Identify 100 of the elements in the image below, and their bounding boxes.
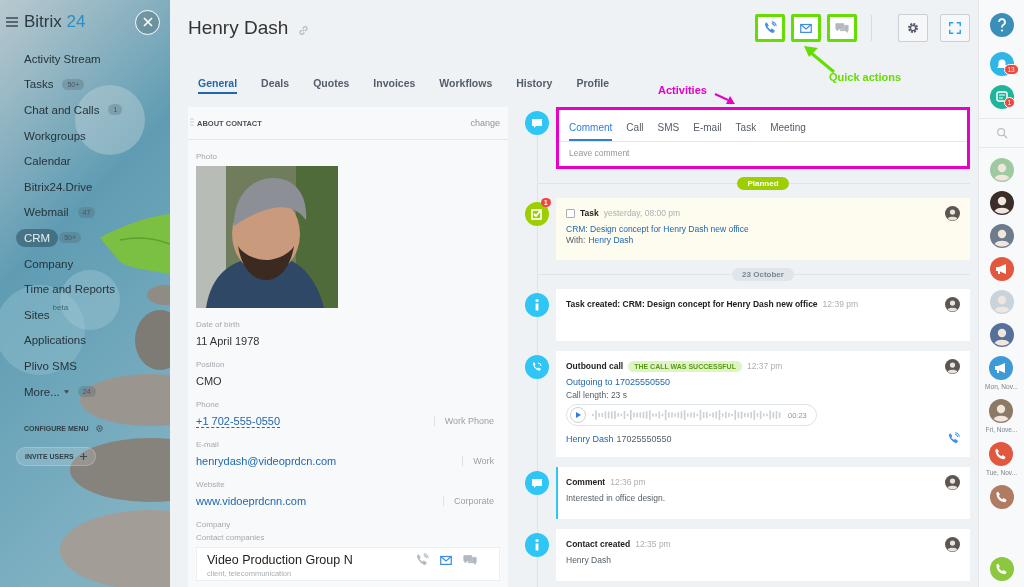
annotation-label: Activities [658,84,707,96]
entry-time: 12:39 pm [822,299,859,309]
field-label: Position [196,360,226,369]
field-link[interactable]: www.vidoeprdcnn.com [196,495,307,507]
call-button[interactable] [755,14,785,42]
task-link[interactable]: CRM: Design concept for Henry Dash new office [566,224,960,234]
phone-icon [525,355,549,379]
settings-icon [906,21,920,35]
play-icon [575,412,581,418]
status-pill: Planned [737,177,789,190]
search-icon[interactable] [995,127,1008,139]
play-button[interactable] [570,407,586,423]
phone-number: 17025550550 [616,433,672,444]
avatar-icon [945,474,960,490]
nav-item[interactable]: Webmail [16,203,77,222]
field-label: Company [196,520,232,529]
nav-item[interactable]: Plivo SMS [16,356,86,375]
entry-time: 12:35 pm [635,539,671,549]
tab[interactable]: Deals [261,77,290,92]
logo: Bitrix 24 [24,12,86,32]
tab[interactable]: History [516,77,553,92]
entry-time: 12:36 pm [610,477,646,487]
menu-icon[interactable] [6,17,18,27]
field-type: Corporate [442,496,494,506]
entry-text: Henry Dash [566,555,612,565]
avatar-icon [945,536,960,552]
task-check-icon [525,202,549,226]
entry-title: Outbound call [566,361,624,371]
with-label: With: [566,235,586,245]
entry-time: yesterday, 08:00 pm [603,208,681,218]
activity-tab[interactable]: SMS [657,122,680,141]
activity-tab[interactable]: Meeting [770,122,806,141]
field-value: 11 April 1978 [196,335,260,347]
settings-icon[interactable] [94,424,104,434]
field-label: Date of birth [196,320,241,329]
help-icon[interactable] [989,13,1014,37]
phone-icon[interactable] [989,485,1014,509]
nav-item[interactable]: Tasks [16,75,62,94]
entry-title: Contact created [566,539,631,549]
nav-item[interactable]: More... [16,382,77,401]
call-length: Call length: 23 s [566,390,628,400]
activity-tab[interactable]: Comment [569,122,613,141]
nav-item[interactable]: Company [16,254,82,273]
field-type: Work Phone [433,416,494,426]
annotation-arrow [714,92,736,106]
tab[interactable]: Invoices [373,77,416,92]
avatar-icon [945,205,960,221]
tab[interactable]: Quotes [313,77,350,92]
email-button[interactable] [791,14,821,42]
info-icon [525,293,549,317]
phone-icon[interactable] [989,442,1014,466]
phone-icon[interactable] [989,557,1014,581]
entry-text: Interested in office design. [566,493,667,503]
link-icon[interactable] [298,24,310,36]
tab[interactable]: Profile [576,77,610,92]
plus-icon [79,453,87,461]
chat-button[interactable] [827,14,857,42]
field-link[interactable]: henrydash@videoprdcn.com [196,455,337,467]
avatar-icon [945,296,960,312]
activity-tab[interactable]: Task [735,122,757,141]
nav-item[interactable]: Time and Reports [16,280,123,299]
field-label: Contact companies [196,533,266,542]
comment-icon [525,111,549,135]
field-label: Website [196,480,226,489]
change-link[interactable]: change [470,118,500,128]
settings-button[interactable] [898,14,928,42]
megaphone-icon[interactable] [989,257,1014,281]
nav-item[interactable]: Chat and Calls [16,101,108,119]
phone-link[interactable]: +1 702-555-0550 [196,414,281,428]
contact-link[interactable]: Henry Dash [566,433,614,444]
avatar-icon[interactable] [989,191,1014,215]
phone-icon [763,21,777,35]
call-link[interactable]: Outgoing to 17025550550 [566,377,960,387]
activity-tab[interactable]: E-mail [693,122,722,141]
date-pill: 23 October [732,268,794,281]
chat-icon [835,21,849,35]
close-button[interactable] [135,9,160,35]
nav-item[interactable]: CRM [16,228,59,247]
tab[interactable]: Workflows [439,77,493,92]
activity-tab[interactable]: Call [626,122,644,141]
checkbox[interactable] [566,208,575,218]
annotation-label: Quick actions [829,71,902,83]
nav-item[interactable]: Activity Stream [16,49,109,68]
field-label: Phone [196,400,221,409]
phone-icon [415,553,429,567]
info-icon [525,533,549,557]
tab[interactable]: General [198,77,238,94]
megaphone-icon[interactable] [989,356,1014,380]
fullscreen-button[interactable] [940,14,970,42]
entry-title: Comment [566,477,606,487]
nav-item[interactable]: Workgroups [16,126,94,145]
annotation-arrow [802,44,836,74]
field-type: Work [462,456,494,466]
nav-item[interactable]: Applications [16,331,94,350]
field-value: CMO [196,375,222,387]
nav-item[interactable]: Calendar [16,152,79,171]
phone-icon[interactable] [947,432,960,445]
company-name[interactable]: Video Production Group N [207,553,353,567]
contact-link[interactable]: Henry Dash [588,235,634,245]
nav-item[interactable]: Bitrix24.Drive [16,177,101,196]
